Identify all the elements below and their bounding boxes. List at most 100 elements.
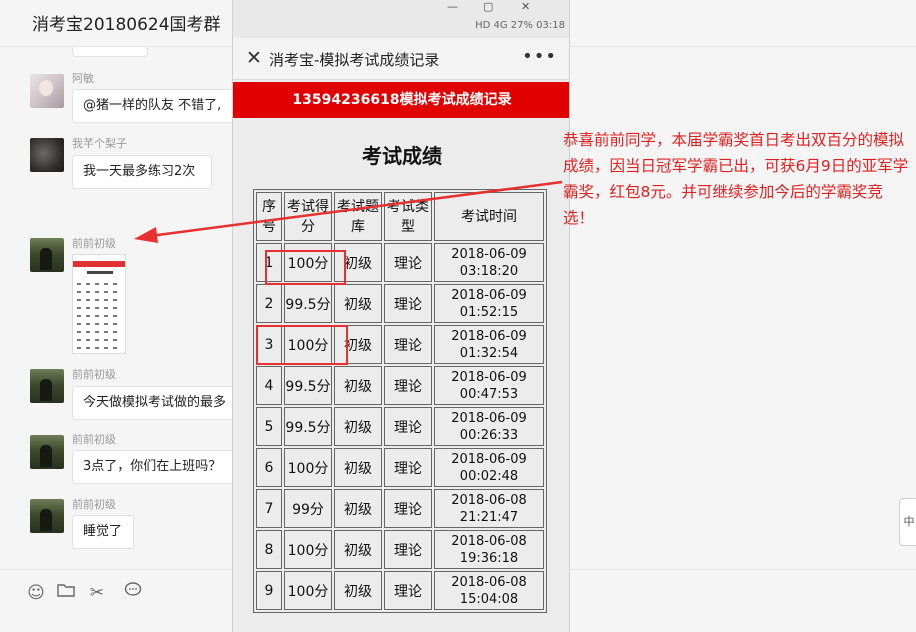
question-bank-cell: 初级 (334, 284, 382, 323)
exam-time-cell: 2018-06-08 21:21:47 (434, 489, 544, 528)
exam-date: 2018-06-09 (451, 287, 527, 303)
exam-type-cell: 理论 (384, 243, 432, 282)
score-table-body: 1 100分 初级 理论 2018-06-09 03:18:20 2 99.5分 初级 理论 201… (256, 243, 544, 610)
exam-clock-time: 00:02:48 (459, 468, 519, 484)
exam-time-cell: 2018-06-09 01:52:15 (434, 284, 544, 323)
message-sender: 前前初级 (72, 368, 116, 381)
exam-date: 2018-06-09 (451, 410, 527, 426)
exam-type-cell: 理论 (384, 366, 432, 405)
highlight-box-row-1 (265, 250, 346, 285)
message-bubble[interactable]: 睡觉了 (72, 515, 134, 549)
row-number-cell: 7 (256, 489, 282, 528)
avatar[interactable] (30, 138, 64, 172)
exam-type-cell: 理论 (384, 530, 432, 569)
status-text: HD 4G 27% 03:18 (475, 20, 565, 31)
avatar[interactable] (30, 499, 64, 533)
question-bank-cell: 初级 (334, 530, 382, 569)
question-bank-cell: 初级 (334, 448, 382, 487)
folder-icon[interactable] (55, 582, 77, 604)
chat-bubble-icon[interactable] (122, 582, 144, 604)
score-record-banner: 13594236618模拟考试成绩记录 (233, 82, 569, 118)
message-sender: 前前初级 (72, 237, 116, 250)
row-number-cell: 4 (256, 366, 282, 405)
column-header: 考试得分 (284, 192, 332, 241)
close-window-icon[interactable]: ✕ (521, 0, 530, 13)
exam-clock-time: 19:36:18 (459, 550, 519, 566)
score-cell: 100分 (284, 530, 332, 569)
message-sender: 阿敏 (72, 72, 94, 85)
avatar[interactable] (30, 369, 64, 403)
exam-date: 2018-06-09 (451, 246, 527, 262)
exam-date: 2018-06-08 (451, 533, 527, 549)
emoji-icon[interactable]: ☺ (25, 582, 47, 604)
exam-type-cell: 理论 (384, 284, 432, 323)
clipped-message-bubble (72, 47, 148, 57)
message-bubble[interactable]: 我一天最多练习2次 (72, 155, 212, 189)
column-header: 考试题库 (334, 192, 382, 241)
nav-title: 消考宝-模拟考试成绩记录 (269, 51, 440, 69)
avatar[interactable] (30, 238, 64, 272)
exam-type-cell: 理论 (384, 448, 432, 487)
table-row: 6 100分 初级 理论 2018-06-09 00:02:48 (256, 448, 544, 487)
question-bank-cell: 初级 (334, 571, 382, 610)
message-sender: 我芊个梨子 (72, 137, 127, 150)
exam-time-cell: 2018-06-09 03:18:20 (434, 243, 544, 282)
score-cell: 99.5分 (284, 366, 332, 405)
exam-date: 2018-06-08 (451, 492, 527, 508)
page-heading: 考试成绩 (362, 144, 442, 168)
avatar[interactable] (30, 435, 64, 469)
exam-clock-time: 15:04:08 (459, 591, 519, 607)
scissors-icon[interactable]: ✂ (86, 582, 108, 604)
column-header: 考试类型 (384, 192, 432, 241)
exam-date: 2018-06-09 (451, 369, 527, 385)
row-number-cell: 8 (256, 530, 282, 569)
question-bank-cell: 初级 (334, 407, 382, 446)
column-header: 考试时间 (434, 192, 544, 241)
table-row: 8 100分 初级 理论 2018-06-08 19:36:18 (256, 530, 544, 569)
row-number-cell: 6 (256, 448, 282, 487)
score-cell: 100分 (284, 448, 332, 487)
chat-title: 消考宝20180624国考群 (32, 15, 221, 35)
message-bubble[interactable]: 3点了，你们在上班吗？ (72, 450, 234, 484)
row-number-cell: 5 (256, 407, 282, 446)
exam-type-cell: 理论 (384, 325, 432, 364)
exam-date: 2018-06-09 (451, 451, 527, 467)
message-sender: 前前初级 (72, 433, 116, 446)
app-nav-bar: ✕ 消考宝-模拟考试成绩记录 ••• (233, 38, 569, 80)
avatar[interactable] (30, 74, 64, 108)
exam-clock-time: 21:21:47 (459, 509, 519, 525)
phone-screenshot: — ▢ ✕ HD 4G 27% 03:18 ✕ 消考宝-模拟考试成绩记录 •••… (232, 0, 570, 632)
minimize-icon[interactable]: — (447, 0, 458, 13)
annotation-text: 恭喜前前同学，本届学霸奖首日考出双百分的模拟成绩，因当日冠军学霸已出，可获6月9… (563, 131, 909, 227)
row-number-cell: 9 (256, 571, 282, 610)
table-row: 2 99.5分 初级 理论 2018-06-09 01:52:15 (256, 284, 544, 323)
exam-time-cell: 2018-06-08 19:36:18 (434, 530, 544, 569)
exam-type-cell: 理论 (384, 489, 432, 528)
exam-time-cell: 2018-06-09 00:26:33 (434, 407, 544, 446)
exam-clock-time: 00:47:53 (459, 386, 519, 402)
score-cell: 99分 (284, 489, 332, 528)
table-row: 5 99.5分 初级 理论 2018-06-09 00:26:33 (256, 407, 544, 446)
exam-time-cell: 2018-06-09 00:47:53 (434, 366, 544, 405)
more-icon[interactable]: ••• (522, 46, 557, 67)
highlight-box-row-3 (256, 325, 348, 365)
maximize-icon[interactable]: ▢ (483, 0, 493, 13)
exam-clock-time: 00:26:33 (459, 427, 519, 443)
exam-clock-time: 01:52:15 (459, 304, 519, 320)
question-bank-cell: 初级 (334, 366, 382, 405)
row-number-cell: 2 (256, 284, 282, 323)
message-bubble[interactable]: @猪一样的队友 不错了, (72, 89, 234, 123)
score-cell: 100分 (284, 571, 332, 610)
score-cell: 99.5分 (284, 284, 332, 323)
table-row: 4 99.5分 初级 理论 2018-06-09 00:47:53 (256, 366, 544, 405)
column-header: 序号 (256, 192, 282, 241)
exam-clock-time: 03:18:20 (459, 263, 519, 279)
exam-time-cell: 2018-06-09 01:32:54 (434, 325, 544, 364)
image-message-thumbnail[interactable] (72, 254, 126, 354)
exam-time-cell: 2018-06-08 15:04:08 (434, 571, 544, 610)
message-bubble[interactable]: 今天做模拟考试做的最多 (72, 386, 234, 420)
exam-clock-time: 01:32:54 (459, 345, 519, 361)
side-scroll-widget[interactable]: 中 (899, 498, 916, 546)
close-icon[interactable]: ✕ (243, 47, 265, 69)
table-header-row: 序号 考试得分 考试题库 考试类型 考试时间 (256, 192, 544, 241)
